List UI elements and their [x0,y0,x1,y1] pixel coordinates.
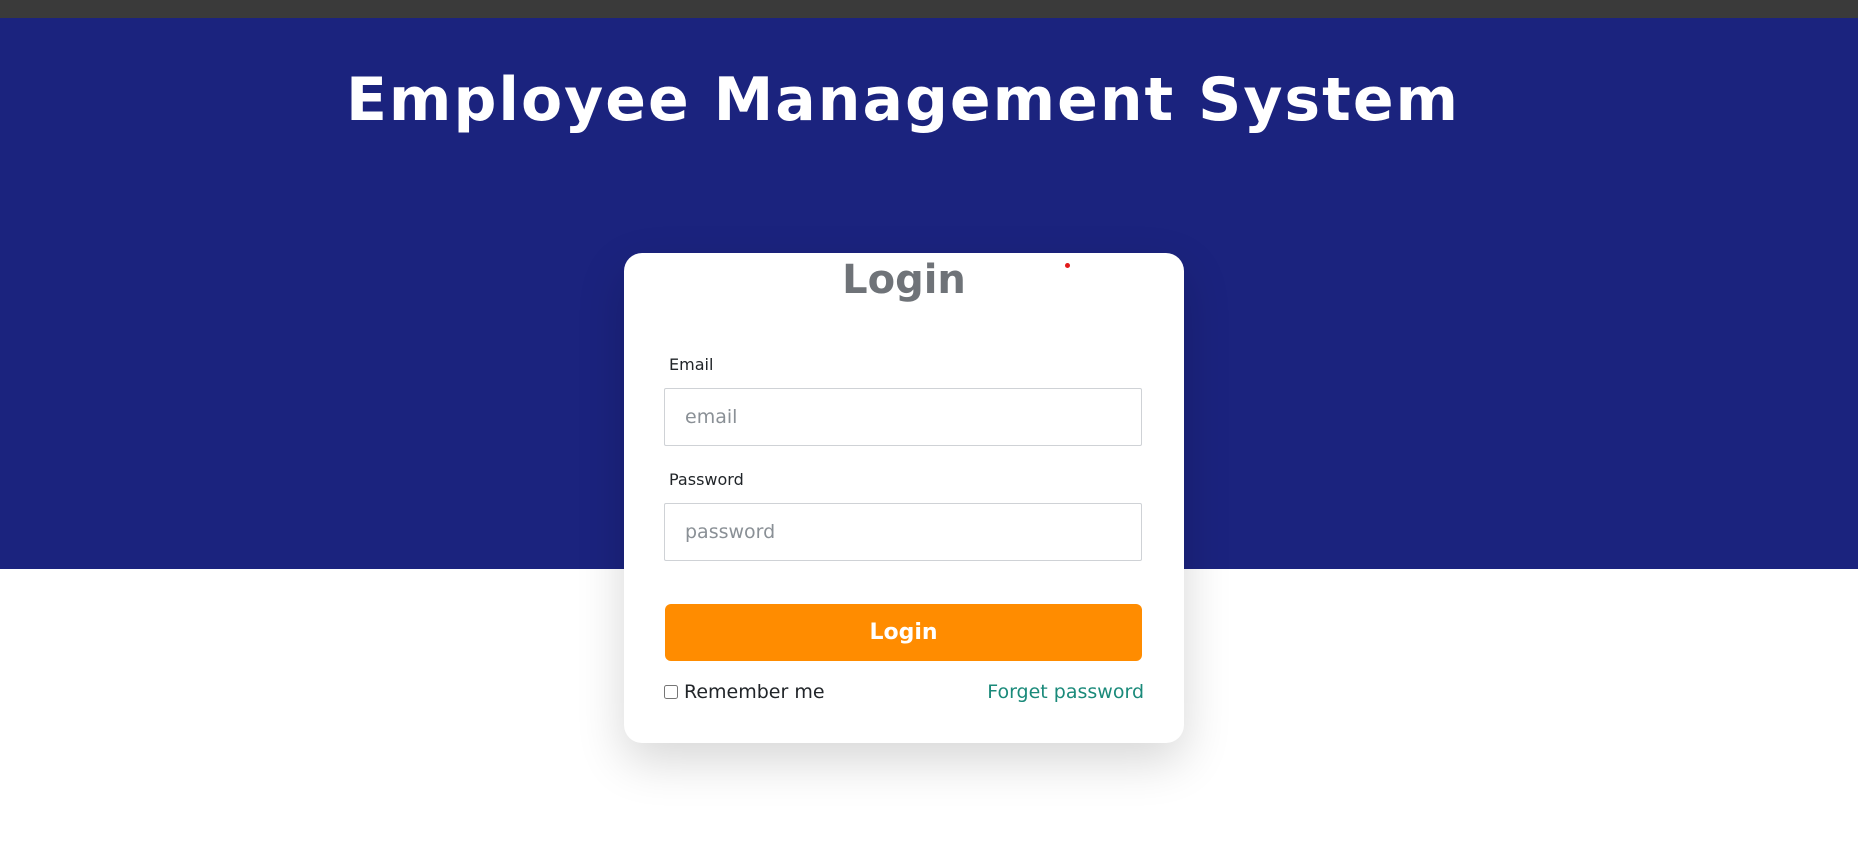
remember-me-checkbox[interactable] [664,685,678,699]
login-button[interactable]: Login [665,604,1142,661]
login-card-title: Login [842,257,966,303]
page-title: Employee Management System [345,65,1461,135]
password-field[interactable] [664,503,1142,561]
remember-me-label[interactable]: Remember me [684,681,825,703]
email-label: Email [669,355,714,374]
email-field[interactable] [664,388,1142,446]
remember-me-group: Remember me [664,677,825,707]
password-label: Password [669,470,744,489]
browser-toolbar-strip [0,0,1858,18]
forget-password-link[interactable]: Forget password [987,677,1144,707]
login-card: Login Email Password Login Remember me F… [624,253,1184,743]
red-dot-marker [1065,263,1070,268]
